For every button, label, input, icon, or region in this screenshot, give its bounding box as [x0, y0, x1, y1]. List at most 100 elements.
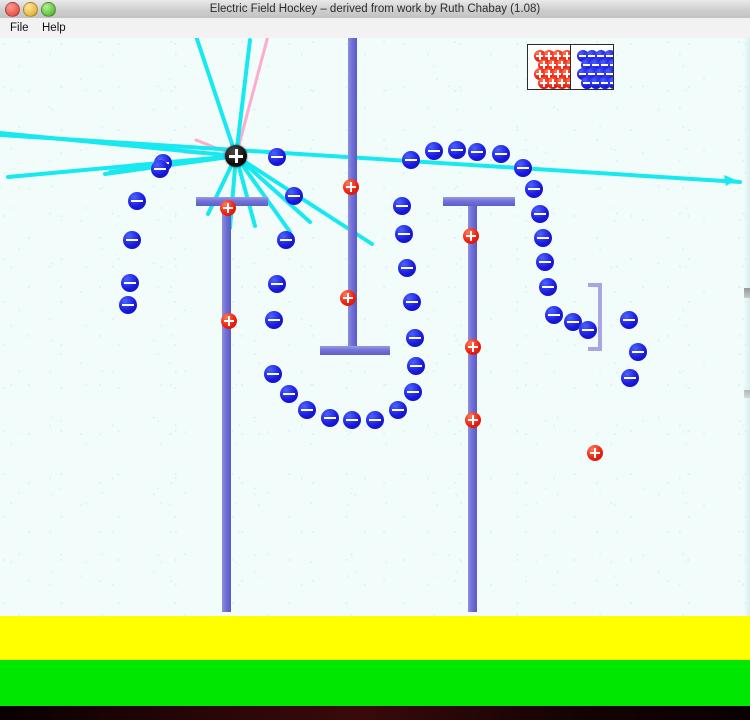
negative-charge[interactable]	[121, 274, 139, 292]
negative-charge[interactable]	[128, 192, 146, 210]
charge-sign-vertical	[561, 60, 563, 70]
positive-charge[interactable]	[587, 445, 603, 461]
positive-charge[interactable]	[340, 290, 356, 306]
scrollbar-thumb[interactable]	[744, 288, 750, 298]
negative-charge[interactable]	[448, 141, 466, 159]
negative-charge[interactable]	[579, 321, 597, 339]
positive-charge[interactable]	[221, 313, 237, 329]
charge-sign-horizontal	[409, 337, 421, 340]
menu-item-help[interactable]: Help	[36, 18, 72, 38]
charge-sign-horizontal	[392, 409, 404, 412]
positive-charge[interactable]	[343, 179, 359, 195]
negative-charge[interactable]	[629, 343, 647, 361]
positive-charge[interactable]	[220, 200, 236, 216]
goal-bracket-side	[598, 283, 602, 351]
charge-sign-horizontal	[537, 237, 549, 240]
negative-charge[interactable]	[395, 225, 413, 243]
charge-sign-horizontal	[280, 239, 292, 242]
negative-charge[interactable]	[621, 369, 639, 387]
charge-sign-horizontal	[288, 195, 300, 198]
charge-sign-horizontal	[528, 188, 540, 191]
negative-charge-supply[interactable]	[570, 45, 613, 89]
menu-item-file[interactable]: File	[4, 18, 35, 38]
charge-sign-horizontal	[610, 64, 613, 66]
charge-sign-horizontal	[407, 391, 419, 394]
charge-sign-horizontal	[406, 301, 418, 304]
negative-charge[interactable]	[268, 275, 286, 293]
charge-sign-horizontal	[126, 239, 138, 242]
negative-charge[interactable]	[531, 205, 549, 223]
negative-charge[interactable]	[285, 187, 303, 205]
negative-charge[interactable]	[393, 197, 411, 215]
negative-charge[interactable]	[539, 278, 557, 296]
trace-ray-cyan-5	[234, 38, 252, 158]
charge-sign-horizontal	[124, 282, 136, 285]
negative-charge[interactable]	[277, 231, 295, 249]
negative-charge[interactable]	[123, 231, 141, 249]
negative-charge[interactable]	[298, 401, 316, 419]
charge-sign-horizontal	[623, 319, 635, 322]
charge-sign-horizontal	[428, 150, 440, 153]
scrollbar-mark	[744, 390, 750, 398]
negative-charge[interactable]	[545, 306, 563, 324]
negative-charge[interactable]	[265, 311, 283, 329]
palette-negative-charge[interactable]	[608, 77, 613, 89]
charge-sign-vertical	[594, 447, 597, 459]
negative-charge[interactable]	[280, 385, 298, 403]
vertical-scrollbar[interactable]	[744, 38, 750, 616]
negative-charge[interactable]	[119, 296, 137, 314]
positive-charge-supply[interactable]	[528, 45, 570, 89]
negative-charge[interactable]	[404, 383, 422, 401]
negative-charge[interactable]	[268, 148, 286, 166]
negative-charge[interactable]	[151, 160, 169, 178]
charge-palette[interactable]	[527, 44, 614, 90]
charge-sign-horizontal	[606, 55, 613, 57]
charge-sign-vertical	[552, 78, 554, 88]
charge-sign-horizontal	[606, 73, 613, 75]
negative-charge[interactable]	[321, 409, 339, 427]
charge-sign-horizontal	[122, 304, 134, 307]
negative-charge[interactable]	[620, 311, 638, 329]
negative-charge[interactable]	[264, 365, 282, 383]
negative-charge[interactable]	[343, 411, 361, 429]
playing-field[interactable]	[0, 38, 750, 616]
charge-sign-horizontal	[610, 82, 613, 84]
settings-bar: Practice Difficulty 1 2 3 Charges: 55 Ma…	[0, 660, 750, 706]
application-window: Electric Field Hockey – derived from wor…	[0, 0, 750, 720]
charge-sign-horizontal	[495, 153, 507, 156]
negative-charge[interactable]	[514, 159, 532, 177]
puck-sign-vertical	[234, 148, 238, 164]
charge-sign-horizontal	[567, 321, 579, 324]
negative-charge[interactable]	[403, 293, 421, 311]
trace-ray-cyan-4	[194, 38, 238, 158]
charge-sign-horizontal	[267, 373, 279, 376]
screen-bottom-edge	[0, 706, 750, 720]
negative-charge[interactable]	[402, 151, 420, 169]
menu-bar: File Help	[0, 18, 750, 39]
negative-charge[interactable]	[406, 329, 424, 347]
positive-charge[interactable]	[465, 412, 481, 428]
negative-charge[interactable]	[398, 259, 416, 277]
charge-sign-horizontal	[346, 419, 358, 422]
negative-charge[interactable]	[534, 229, 552, 247]
negative-charge[interactable]	[468, 143, 486, 161]
negative-charge[interactable]	[389, 401, 407, 419]
charge-sign-vertical	[543, 78, 545, 88]
negative-charge[interactable]	[492, 145, 510, 163]
positive-charge[interactable]	[463, 228, 479, 244]
negative-charge[interactable]	[366, 411, 384, 429]
charge-sign-horizontal	[410, 365, 422, 368]
positive-charge[interactable]	[465, 339, 481, 355]
negative-charge[interactable]	[525, 180, 543, 198]
charge-sign-horizontal	[401, 267, 413, 270]
charge-sign-horizontal	[582, 329, 594, 332]
negative-charge[interactable]	[425, 142, 443, 160]
goal-bracket-bottom	[588, 347, 602, 351]
trace-ray-pink-0	[234, 38, 270, 158]
charge-sign-vertical	[561, 78, 563, 88]
negative-charge[interactable]	[536, 253, 554, 271]
negative-charge[interactable]	[407, 357, 425, 375]
charge-sign-horizontal	[534, 213, 546, 216]
charge-sign-horizontal	[405, 159, 417, 162]
puck[interactable]	[225, 145, 247, 167]
